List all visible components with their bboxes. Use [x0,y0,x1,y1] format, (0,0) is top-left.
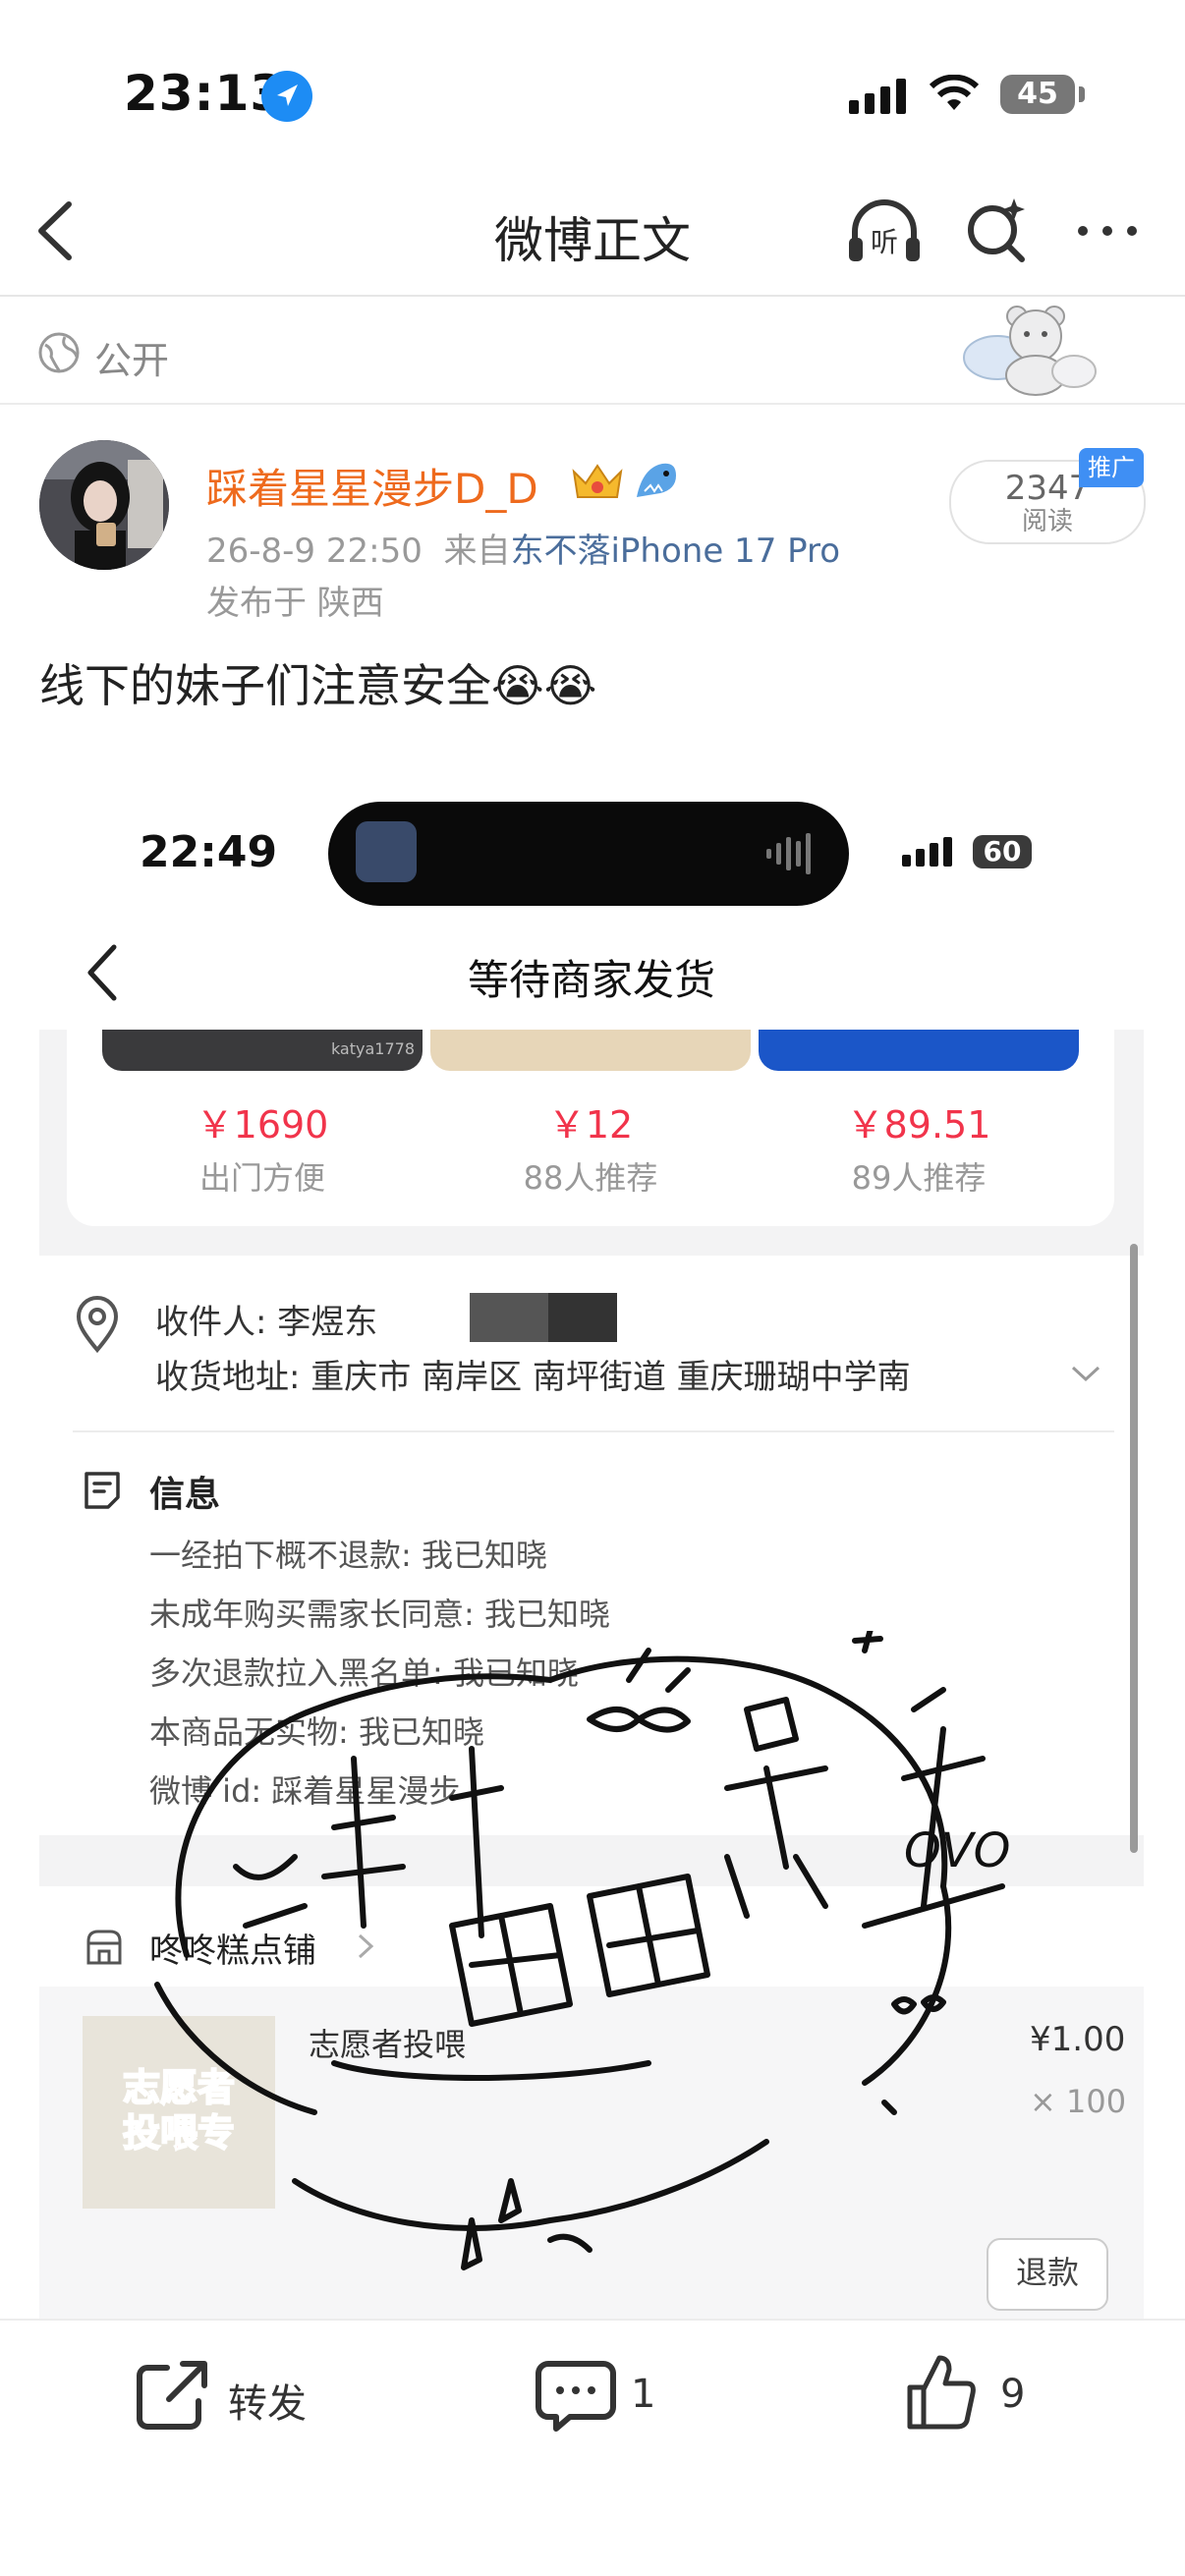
embedded-signal-icon [902,837,952,867]
rec-image-caption: katya1778 [330,1039,415,1058]
bear-decoration-icon [963,306,1097,396]
info-line: 未成年购买需家长同意: 我已知晓 [149,1596,610,1633]
listen-headphones-icon[interactable]: 听 [845,196,924,265]
post-text: 线下的妹子们注意安全😭😭 [39,659,597,712]
address-info-card: 收件人: 李煜东 收货地址: 重庆市 南岸区 南坪街道 重庆珊瑚中学南 信息 一… [39,1256,1144,1835]
rec-image-bag: katya1778 [102,1030,423,1071]
author-avatar[interactable] [39,440,169,570]
item-thumbnail: 志愿者 投喂专 [83,2016,275,2209]
post-date: 26-8-9 22:50 [206,532,423,571]
shop-card: 咚咚糕点铺 志愿者 投喂专 志愿者投喂 ¥1.00 × 100 退款 [39,1886,1144,2323]
thumb-text-line: 志愿者 [122,2065,236,2110]
recommendation-card: katya1778 ￥1690 ￥12 ￥89.51 出门方便 88人推荐 89… [67,1030,1114,1226]
embedded-title: 等待商家发货 [467,956,715,1004]
card-divider [73,1430,1114,1432]
info-note-icon [85,1472,120,1509]
reads-label: 阅读 [1021,507,1073,536]
more-options-icon[interactable] [1073,206,1142,255]
audio-waveform-icon [766,833,811,874]
rec-subtitle: 出门方便 [198,1159,325,1197]
rec-price: ￥89.51 [846,1103,991,1147]
battery-tip [1079,86,1085,102]
globe-icon [38,332,80,373]
comment-count[interactable]: 1 [631,2372,655,2417]
comment-icon[interactable] [535,2358,617,2435]
shop-icon [86,1930,122,1965]
rec-image-blue [759,1030,1079,1071]
like-count[interactable]: 9 [1000,2372,1025,2417]
post-image[interactable]: 22:49 60 等待商家发货 katya1778 ￥1690 ￥12 ￥89.… [39,758,1144,2323]
chevron-right-icon [358,1933,374,1959]
info-line: 微博 id: 踩着星星漫步 [149,1772,461,1810]
location-arrow-icon [261,71,312,122]
redaction-block [548,1293,617,1342]
item-thumbnail-text: 志愿者 投喂专 [83,2065,275,2156]
shark-badge-icon [637,463,676,497]
svg-text:听: 听 [871,226,898,258]
rec-price: ￥1690 [196,1103,329,1147]
info-title: 信息 [149,1475,221,1515]
rec-subtitle: 88人推荐 [523,1159,658,1197]
embedded-status-time: 22:49 [140,827,278,877]
post-source-prefix: 来自 [443,532,511,571]
album-art-icon [356,821,417,882]
chevron-down-icon [1071,1366,1100,1382]
info-line: 多次退款拉入黑名单: 我已知晓 [149,1654,579,1692]
location-pin-icon [76,1296,119,1354]
thumbs-up-icon[interactable] [904,2352,979,2433]
item-price: ¥1.00 [1030,2020,1126,2059]
post-meta: 26-8-9 22:50 来自东不落iPhone 17 Pro [206,524,840,572]
post-location: 发布于 陕西 [206,584,384,623]
dynamic-island [328,802,849,906]
promo-badge[interactable]: 推广 [1079,448,1144,487]
author-name[interactable]: 踩着星星漫步D_D [206,456,538,516]
info-line: 一经拍下概不退款: 我已知晓 [149,1537,547,1574]
share-label[interactable]: 转发 [228,2372,307,2429]
cellular-signal-icon [849,79,906,114]
wifi-icon [929,75,980,110]
visibility-divider [0,403,1185,405]
rec-price: ￥12 [547,1103,634,1147]
address-label: 收货地址: 重庆市 南岸区 南坪街道 重庆珊瑚中学南 [155,1358,911,1397]
crown-badge-icon [572,464,623,498]
thumb-text-line: 投喂专 [122,2110,236,2156]
rec-image-bowl [430,1030,751,1071]
search-icon[interactable] [963,195,1032,265]
embedded-scrollbar [1130,1244,1138,1853]
battery-icon: 45 [1000,75,1075,114]
post-source-link[interactable]: 东不落iPhone 17 Pro [510,532,840,571]
visibility-label: 公开 [94,339,170,382]
refund-button: 退款 [987,2238,1108,2311]
item-title: 志愿者投喂 [309,2026,467,2063]
rec-subtitle: 89人推荐 [851,1159,987,1197]
embedded-battery-icon: 60 [973,835,1032,868]
share-icon[interactable] [134,2358,212,2433]
shop-name: 咚咚糕点铺 [149,1932,316,1971]
recipient-label: 收件人: 李煜东 [155,1303,378,1342]
info-line: 本商品无实物: 我已知晓 [149,1713,484,1751]
item-quantity: × 100 [1030,2083,1127,2120]
